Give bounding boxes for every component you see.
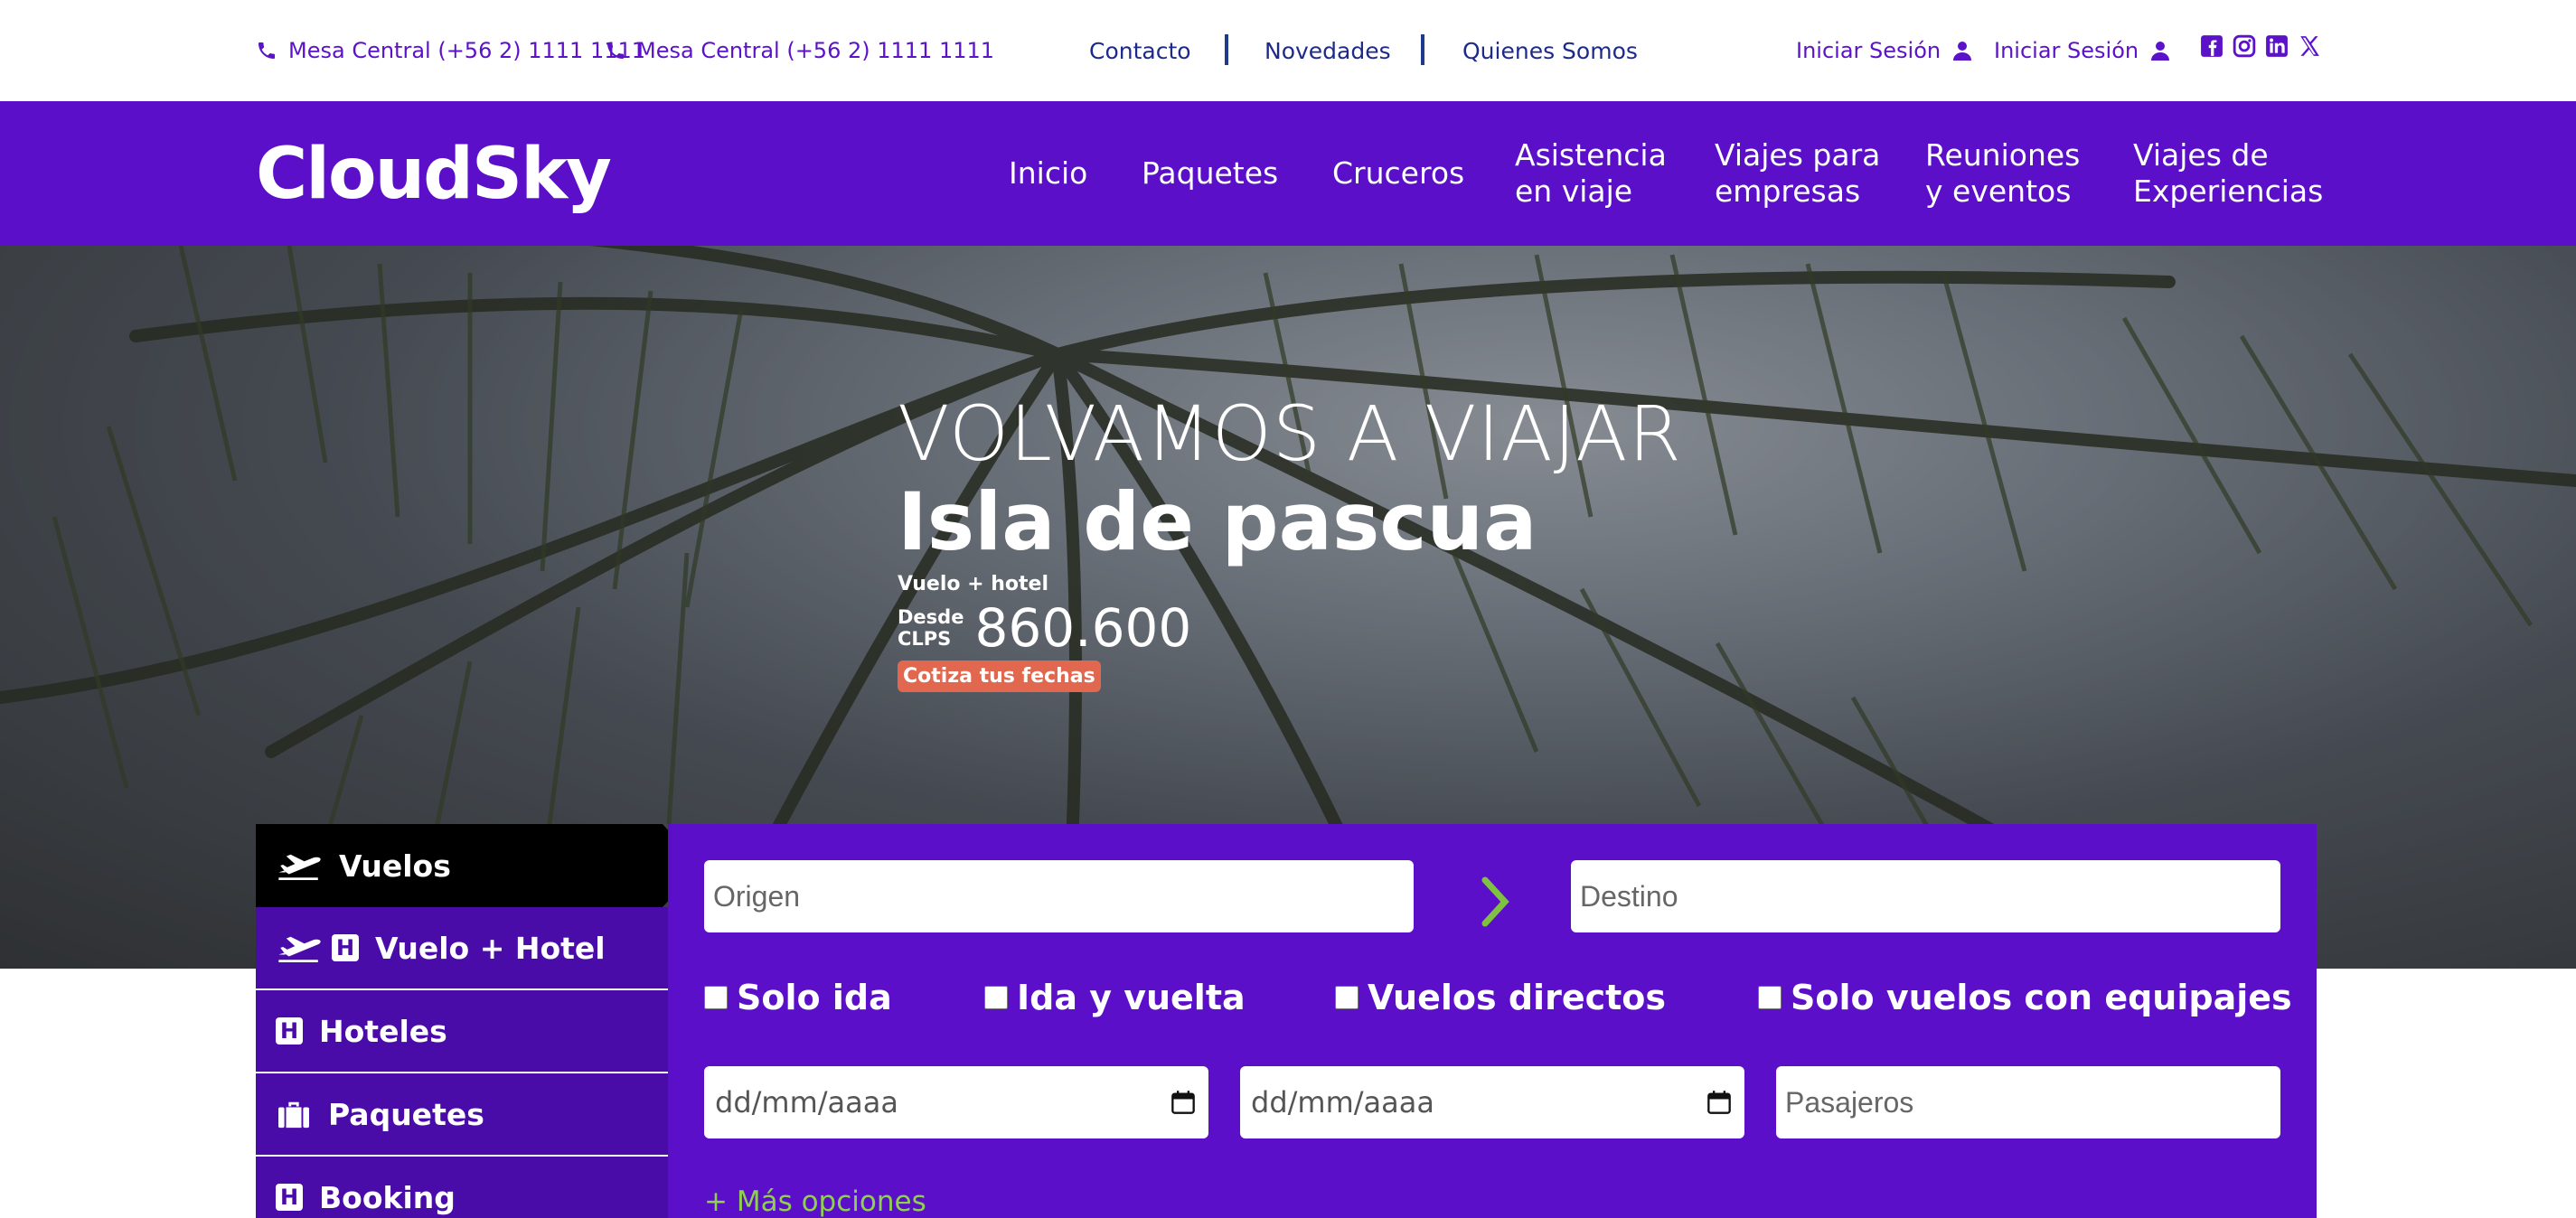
nav-item-label: en viaje xyxy=(1515,173,1633,209)
checkbox-solo-ida[interactable]: Solo ida xyxy=(704,978,892,1017)
nav-item-inicio[interactable]: Inicio xyxy=(1009,155,1087,192)
hero-destination: Isla de pascua xyxy=(898,475,1537,568)
checkbox-ida-y-vuelta[interactable]: Ida y vuelta xyxy=(984,978,1246,1017)
checkbox-label: Vuelos directos xyxy=(1368,978,1667,1017)
nav-item-asistencia[interactable]: Asistencia en viaje xyxy=(1515,137,1667,210)
checkbox-label: Ida y vuelta xyxy=(1017,978,1246,1017)
nav-item-label: Viajes de xyxy=(2133,137,2269,173)
link-quienes-somos[interactable]: Quienes Somos xyxy=(1462,34,1638,67)
nav-item-label: Cruceros xyxy=(1332,155,1465,191)
nav-item-cruceros[interactable]: Cruceros xyxy=(1332,155,1464,192)
main-navbar: CloudSky Inicio Paquetes Cruceros Asiste… xyxy=(0,101,2576,246)
checkbox-label: Solo vuelos con equipajes xyxy=(1791,978,2292,1017)
price-label-currency: CLPS xyxy=(898,628,952,650)
calendar-icon[interactable] xyxy=(1706,1090,1732,1115)
date-placeholder: dd/mm/aaaa xyxy=(715,1085,898,1120)
phone-link-2[interactable]: Mesa Central (+56 2) 1111 1111 xyxy=(605,34,994,67)
phone-icon xyxy=(259,42,275,59)
destination-input[interactable] xyxy=(1571,860,2280,932)
checkbox[interactable] xyxy=(1758,986,1782,1009)
tab-paquetes[interactable]: Paquetes xyxy=(256,1073,668,1157)
nav-item-label: Paquetes xyxy=(1142,155,1279,191)
flight-search-panel: Solo ida Ida y vuelta Vuelos directos So… xyxy=(668,824,2317,1218)
user-icon xyxy=(1953,42,1972,61)
hero-subtitle: Vuelo + hotel xyxy=(898,573,1048,595)
airplane-takeoff-icon xyxy=(278,854,321,881)
price-row: Desde CLPS 860.600 xyxy=(898,599,1682,657)
nav-item-label: Viajes para xyxy=(1715,137,1881,173)
top-utility-bar: Mesa Central (+56 2) 1111 1111 Mesa Cent… xyxy=(0,0,2576,101)
login-text-1: Iniciar Sesión xyxy=(1796,38,1941,63)
nav-item-label: Inicio xyxy=(1009,155,1088,191)
price-label-desde: Desde xyxy=(898,606,964,628)
hotel-icon: H xyxy=(332,934,359,961)
tab-booking[interactable]: H Booking xyxy=(256,1157,668,1218)
phone-text-1: Mesa Central (+56 2) 1111 1111 xyxy=(288,38,646,63)
link-novedades[interactable]: Novedades xyxy=(1264,34,1391,67)
date-placeholder: dd/mm/aaaa xyxy=(1251,1085,1434,1120)
hero-promo: VOLVAMOS A VIAJAR Isla de pascua Vuelo +… xyxy=(898,390,1682,692)
user-icon xyxy=(2151,42,2170,61)
return-date-input[interactable]: dd/mm/aaaa xyxy=(1240,1066,1744,1138)
tab-label: Hoteles xyxy=(319,1013,447,1049)
nav-item-label: empresas xyxy=(1715,173,1861,209)
price-value: 860.600 xyxy=(974,597,1192,659)
search-tabs: Vuelos H Vuelo + Hotel H Hoteles Paquete… xyxy=(256,824,700,1218)
tab-hoteles[interactable]: H Hoteles xyxy=(256,990,668,1073)
tab-label: Vuelo + Hotel xyxy=(375,930,606,966)
nav-item-reuniones[interactable]: Reuniones y eventos xyxy=(1925,137,2080,210)
checkbox[interactable] xyxy=(704,986,728,1009)
departure-date-input[interactable]: dd/mm/aaaa xyxy=(704,1066,1208,1138)
nav-item-label: y eventos xyxy=(1925,173,2072,209)
hero-tagline: VOLVAMOS A VIAJAR xyxy=(898,389,1682,478)
x-icon[interactable] xyxy=(2298,34,2321,58)
facebook-icon[interactable] xyxy=(2200,34,2223,58)
phone-icon xyxy=(607,42,624,59)
nav-item-label: Asistencia xyxy=(1515,137,1667,173)
origin-input[interactable] xyxy=(704,860,1414,932)
checkbox[interactable] xyxy=(984,986,1008,1009)
tab-label: Booking xyxy=(319,1179,456,1215)
checkbox[interactable] xyxy=(1335,986,1359,1009)
instagram-icon[interactable] xyxy=(2233,34,2256,58)
tab-label: Vuelos xyxy=(339,848,451,884)
tab-vuelos[interactable]: Vuelos xyxy=(256,824,700,907)
tab-vuelo-hotel[interactable]: H Vuelo + Hotel xyxy=(256,907,668,990)
hotel-icon: H xyxy=(276,1184,303,1211)
cotiza-button[interactable]: Cotiza tus fechas xyxy=(898,661,1101,692)
nav-item-experiencias[interactable]: Viajes de Experiencias xyxy=(2133,137,2323,210)
checkbox-label: Solo ida xyxy=(737,978,892,1017)
divider xyxy=(1421,34,1424,65)
calendar-icon[interactable] xyxy=(1170,1090,1196,1115)
phone-text-2: Mesa Central (+56 2) 1111 1111 xyxy=(637,38,995,63)
nav-item-empresas[interactable]: Viajes para empresas xyxy=(1715,137,1880,210)
social-links xyxy=(2200,34,2321,58)
checkbox-vuelos-directos[interactable]: Vuelos directos xyxy=(1335,978,1666,1017)
linkedin-icon[interactable] xyxy=(2265,34,2289,58)
login-link-2[interactable]: Iniciar Sesión xyxy=(1994,34,2171,67)
suitcase-icon xyxy=(278,1101,309,1129)
hotel-icon: H xyxy=(276,1017,303,1045)
nav-item-label: Experiencias xyxy=(2133,173,2324,209)
more-options-link[interactable]: + Más opciones xyxy=(704,1185,926,1218)
brand-logo[interactable]: CloudSky xyxy=(256,134,612,215)
chevron-right-icon xyxy=(1481,876,1509,927)
passengers-input[interactable] xyxy=(1776,1066,2280,1138)
login-link-1[interactable]: Iniciar Sesión xyxy=(1796,34,1973,67)
nav-item-label: Reuniones xyxy=(1925,137,2081,173)
airplane-takeoff-icon xyxy=(278,936,321,963)
login-text-2: Iniciar Sesión xyxy=(1994,38,2139,63)
tab-label: Paquetes xyxy=(328,1096,484,1132)
link-contacto[interactable]: Contacto xyxy=(1089,34,1191,67)
phone-link-1[interactable]: Mesa Central (+56 2) 1111 1111 xyxy=(256,34,645,67)
checkbox-solo-equipajes[interactable]: Solo vuelos con equipajes xyxy=(1758,978,2292,1017)
nav-item-paquetes[interactable]: Paquetes xyxy=(1142,155,1278,192)
divider xyxy=(1225,34,1228,65)
